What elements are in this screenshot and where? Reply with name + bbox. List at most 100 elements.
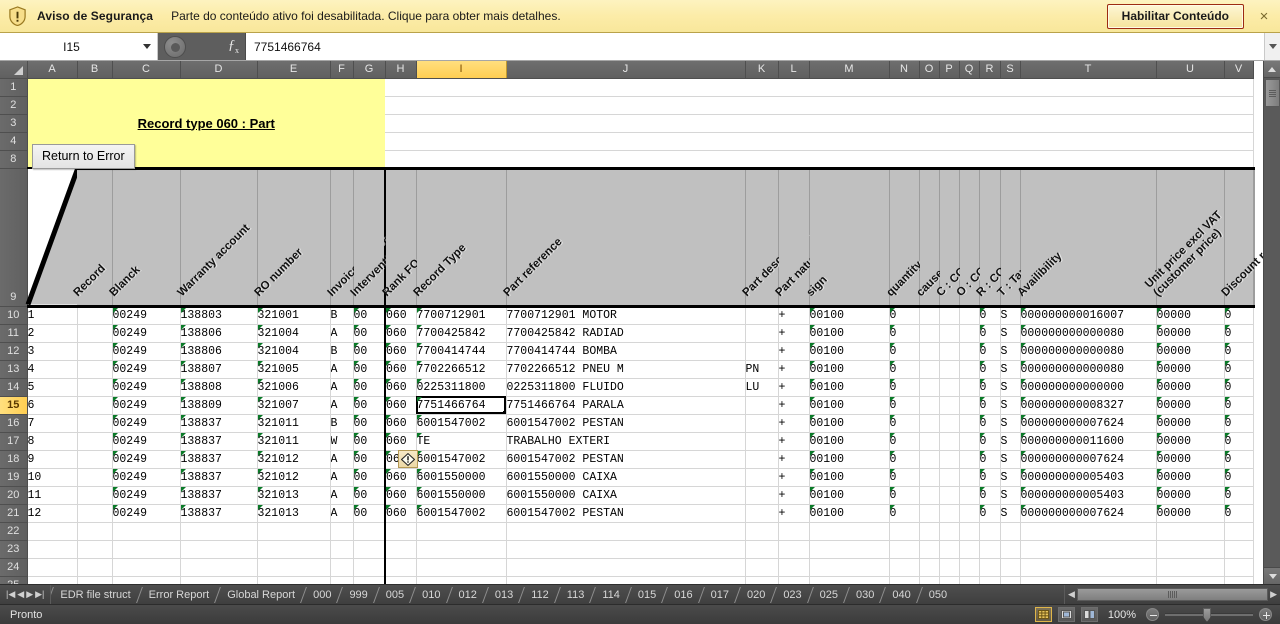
sheet-tab-017[interactable]: 017 [702, 585, 738, 604]
cell-I10[interactable]: 7700712901 [416, 306, 507, 325]
cell-K24[interactable] [745, 558, 779, 577]
cell-C12[interactable]: 00249 [112, 342, 181, 361]
scroll-right-icon[interactable]: ▶ [1270, 589, 1277, 600]
cell-F22[interactable] [330, 522, 354, 541]
cell-P16[interactable] [939, 414, 960, 433]
cell-V23[interactable] [1224, 540, 1254, 559]
cell-O13[interactable] [919, 360, 940, 379]
cell-L13[interactable]: + [778, 360, 810, 379]
cell-H11[interactable]: 060 [384, 324, 417, 343]
cell-A14[interactable]: 5 [27, 378, 78, 397]
cell-V16[interactable]: 0 [1224, 414, 1254, 433]
cell-L14[interactable]: + [778, 378, 810, 397]
cell-E23[interactable] [257, 540, 331, 559]
cell-K12[interactable] [745, 342, 779, 361]
cell-G10[interactable]: 00 [353, 306, 386, 325]
row-header-8[interactable]: 8 [0, 150, 28, 169]
cell-J15[interactable]: 7751466764 PARALA [506, 396, 746, 415]
cell-Q10[interactable] [959, 306, 980, 325]
cell-S12[interactable]: S [1000, 342, 1021, 361]
cell-T19[interactable]: 000000000005403 [1020, 468, 1157, 487]
cell-I23[interactable] [416, 540, 507, 559]
cell-A15[interactable]: 6 [27, 396, 78, 415]
cell-R24[interactable] [979, 558, 1001, 577]
cell-B13[interactable] [77, 360, 113, 379]
row-header-11[interactable]: 11 [0, 324, 28, 343]
cell-N15[interactable]: 0 [889, 396, 920, 415]
insert-function-ball-icon[interactable] [164, 35, 186, 58]
cell-D10[interactable]: 138803 [180, 306, 258, 325]
cell-S22[interactable] [1000, 522, 1021, 541]
column-header-T[interactable]: T [1020, 61, 1157, 79]
cell-Q20[interactable] [959, 486, 980, 505]
cell-I17[interactable]: TE [416, 432, 507, 451]
cell-D18[interactable]: 138837 [180, 450, 258, 469]
cell-C19[interactable]: 00249 [112, 468, 181, 487]
cell-H14[interactable]: 060 [384, 378, 417, 397]
cell-D23[interactable] [180, 540, 258, 559]
cell-L21[interactable]: + [778, 504, 810, 523]
cell-N10[interactable]: 0 [889, 306, 920, 325]
sheet-tab-023[interactable]: 023 [774, 585, 810, 604]
cell-B23[interactable] [77, 540, 113, 559]
cell-T14[interactable]: 000000000000000 [1020, 378, 1157, 397]
cell-A22[interactable] [27, 522, 78, 541]
cell-B18[interactable] [77, 450, 113, 469]
cell-A20[interactable]: 11 [27, 486, 78, 505]
cell-T23[interactable] [1020, 540, 1157, 559]
cell-Q22[interactable] [959, 522, 980, 541]
cell-E24[interactable] [257, 558, 331, 577]
cell-H19[interactable]: 060 [384, 468, 417, 487]
cell-O24[interactable] [919, 558, 940, 577]
cell-P23[interactable] [939, 540, 960, 559]
cell-H22[interactable] [384, 522, 417, 541]
page-layout-icon[interactable] [1057, 607, 1075, 622]
row-header-10[interactable]: 10 [0, 306, 28, 325]
column-header-I[interactable]: I [416, 61, 507, 79]
cell-G19[interactable]: 00 [353, 468, 386, 487]
row-header-17[interactable]: 17 [0, 432, 28, 451]
cell-E15[interactable]: 321007 [257, 396, 331, 415]
cell-F15[interactable]: A [330, 396, 354, 415]
cell-F23[interactable] [330, 540, 354, 559]
cell-O16[interactable] [919, 414, 940, 433]
cell-P10[interactable] [939, 306, 960, 325]
cell-A10[interactable]: 1 [27, 306, 78, 325]
cell-P22[interactable] [939, 522, 960, 541]
cell-B15[interactable] [77, 396, 113, 415]
cell-H17[interactable]: 060 [384, 432, 417, 451]
cell-V15[interactable]: 0 [1224, 396, 1254, 415]
cell-V12[interactable]: 0 [1224, 342, 1254, 361]
cell-D19[interactable]: 138837 [180, 468, 258, 487]
cell-U24[interactable] [1156, 558, 1225, 577]
cell-O22[interactable] [919, 522, 940, 541]
row-header-12[interactable]: 12 [0, 342, 28, 361]
cell-A19[interactable]: 10 [27, 468, 78, 487]
cell-K14[interactable]: LU [745, 378, 779, 397]
row-header-4[interactable]: 4 [0, 132, 28, 151]
cell-H15[interactable]: 060 [384, 396, 417, 415]
cell-B16[interactable] [77, 414, 113, 433]
formula-bar-expand-button[interactable] [1264, 33, 1280, 60]
zoom-in-button[interactable] [1259, 608, 1272, 621]
empty-cell[interactable] [385, 78, 1254, 97]
cell-U18[interactable]: 00000 [1156, 450, 1225, 469]
cell-T20[interactable]: 000000000005403 [1020, 486, 1157, 505]
cell-P19[interactable] [939, 468, 960, 487]
sheet-tab-112[interactable]: 112 [522, 585, 558, 604]
cell-F13[interactable]: A [330, 360, 354, 379]
cell-F19[interactable]: A [330, 468, 354, 487]
cell-S10[interactable]: S [1000, 306, 1021, 325]
cell-L18[interactable]: + [778, 450, 810, 469]
cell-M18[interactable]: 00100 [809, 450, 890, 469]
column-header-E[interactable]: E [257, 61, 331, 79]
cell-J12[interactable]: 7700414744 BOMBA [506, 342, 746, 361]
cell-U15[interactable]: 00000 [1156, 396, 1225, 415]
cell-R12[interactable]: 0 [979, 342, 1001, 361]
return-to-error-button[interactable]: Return to Error [32, 144, 135, 169]
cell-J17[interactable]: TRABALHO EXTERI [506, 432, 746, 451]
cell-C22[interactable] [112, 522, 181, 541]
cell-N18[interactable]: 0 [889, 450, 920, 469]
empty-cell[interactable] [385, 132, 1254, 151]
cell-C14[interactable]: 00249 [112, 378, 181, 397]
